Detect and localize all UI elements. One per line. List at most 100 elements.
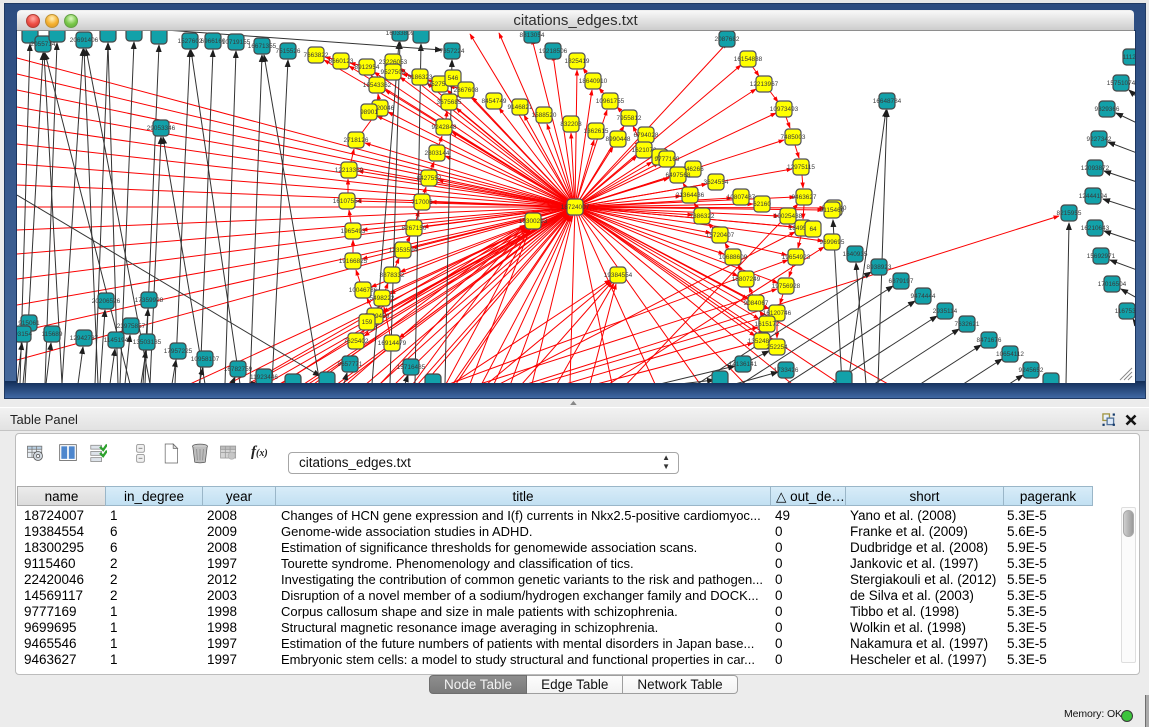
svg-text:717006: 717006 bbox=[411, 199, 433, 206]
svg-text:16671355: 16671355 bbox=[248, 43, 277, 50]
svg-text:9463627: 9463627 bbox=[792, 194, 817, 201]
svg-text:3624554: 3624554 bbox=[704, 179, 729, 186]
svg-text:1145194: 1145194 bbox=[104, 337, 129, 344]
svg-text:16782759: 16782759 bbox=[224, 366, 253, 373]
svg-text:9115460: 9115460 bbox=[820, 207, 845, 214]
svg-text:16154838: 16154838 bbox=[734, 56, 763, 63]
svg-text:6879197: 6879197 bbox=[889, 278, 914, 285]
svg-text:10973493: 10973493 bbox=[770, 106, 799, 113]
svg-text:13503135: 13503135 bbox=[133, 339, 162, 346]
svg-text:832203: 832203 bbox=[560, 121, 582, 128]
svg-text:8660123: 8660123 bbox=[329, 58, 354, 65]
svg-text:12093872: 12093872 bbox=[1081, 165, 1110, 172]
svg-text:12213967: 12213967 bbox=[750, 81, 779, 88]
svg-text:8990448: 8990448 bbox=[606, 136, 631, 143]
svg-text:9242848: 9242848 bbox=[432, 124, 457, 131]
svg-text:1527602: 1527602 bbox=[178, 38, 203, 45]
svg-text:252254: 252254 bbox=[766, 344, 788, 351]
svg-text:19218506: 19218506 bbox=[539, 48, 568, 55]
svg-text:93154: 93154 bbox=[17, 331, 32, 338]
svg-text:8267150: 8267150 bbox=[402, 225, 427, 232]
svg-text:16210643: 16210643 bbox=[1081, 225, 1110, 232]
svg-text:10025438: 10025438 bbox=[774, 213, 803, 220]
svg-text:7357224: 7357224 bbox=[440, 48, 465, 55]
svg-text:9084067: 9084067 bbox=[744, 300, 769, 307]
svg-text:98901: 98901 bbox=[360, 109, 378, 116]
svg-text:16543362: 16543362 bbox=[363, 82, 392, 89]
svg-text:7625402: 7625402 bbox=[344, 338, 369, 345]
svg-text:9474444: 9474444 bbox=[911, 293, 936, 300]
svg-text:20206526: 20206526 bbox=[92, 298, 121, 305]
svg-text:17359928: 17359928 bbox=[135, 297, 164, 304]
svg-text:10046786: 10046786 bbox=[349, 287, 378, 294]
svg-text:1825419: 1825419 bbox=[565, 58, 590, 65]
svg-text:1362615: 1362615 bbox=[584, 128, 609, 135]
svg-text:3675685: 3675685 bbox=[437, 99, 462, 106]
svg-text:12213369: 12213369 bbox=[335, 167, 364, 174]
svg-text:9657771: 9657771 bbox=[338, 361, 363, 368]
svg-text:12975115: 12975115 bbox=[787, 164, 815, 171]
svg-text:12353594: 12353594 bbox=[389, 247, 418, 254]
svg-text:9527509: 9527509 bbox=[381, 69, 406, 76]
svg-text:15716485: 15716485 bbox=[397, 364, 426, 371]
svg-text:8912954: 8912954 bbox=[355, 64, 380, 71]
svg-text:9146821: 9146821 bbox=[508, 104, 533, 111]
svg-text:8878332: 8878332 bbox=[380, 272, 405, 279]
svg-text:159: 159 bbox=[362, 319, 373, 326]
svg-text:11923446: 11923446 bbox=[250, 374, 278, 381]
svg-text:7386322: 7386322 bbox=[690, 213, 715, 220]
svg-text:2935114: 2935114 bbox=[933, 308, 958, 315]
svg-text:10807487: 10807487 bbox=[727, 194, 756, 201]
svg-text:9329366: 9329366 bbox=[1095, 106, 1120, 113]
svg-text:8454749: 8454749 bbox=[482, 98, 507, 105]
svg-text:2087682: 2087682 bbox=[715, 36, 740, 43]
svg-text:10719155: 10719155 bbox=[222, 39, 251, 46]
svg-text:10688609: 10688609 bbox=[719, 254, 748, 261]
svg-text:6794028: 6794028 bbox=[634, 132, 659, 139]
svg-text:8427552: 8427552 bbox=[417, 175, 442, 182]
svg-text:62160: 62160 bbox=[753, 201, 771, 208]
svg-text:19300293: 19300293 bbox=[519, 218, 548, 225]
svg-text:2867608: 2867608 bbox=[454, 87, 479, 94]
svg-text:17957225: 17957225 bbox=[164, 348, 193, 355]
svg-text:8813054: 8813054 bbox=[520, 32, 545, 39]
svg-text:29053346: 29053346 bbox=[147, 125, 176, 132]
svg-text:1965493: 1965493 bbox=[341, 228, 366, 235]
svg-text:1588520: 1588520 bbox=[532, 112, 557, 119]
svg-text:16648784: 16648784 bbox=[873, 98, 902, 105]
svg-text:1615172: 1615172 bbox=[755, 321, 780, 328]
svg-text:2718126: 2718126 bbox=[344, 137, 369, 144]
svg-text:12444194: 12444194 bbox=[1079, 193, 1108, 200]
svg-text:16107554: 16107554 bbox=[333, 198, 362, 205]
svg-text:10961755: 10961755 bbox=[596, 98, 625, 105]
svg-text:7955812: 7955812 bbox=[617, 115, 642, 122]
svg-text:15720407: 15720407 bbox=[706, 232, 735, 239]
svg-text:18640910: 18640910 bbox=[579, 78, 608, 85]
svg-text:8215955: 8215955 bbox=[1057, 210, 1082, 217]
svg-text:8471676: 8471676 bbox=[977, 337, 1002, 344]
svg-text:14136141: 14136141 bbox=[729, 361, 758, 368]
svg-text:1733426: 1733426 bbox=[774, 367, 799, 374]
svg-text:9227342: 9227342 bbox=[1087, 136, 1112, 143]
svg-text:11125: 11125 bbox=[1123, 54, 1135, 61]
svg-text:19166825: 19166825 bbox=[339, 258, 368, 265]
svg-text:1167533: 1167533 bbox=[1115, 308, 1135, 315]
svg-text:18724007: 18724007 bbox=[561, 204, 590, 211]
svg-text:20691406: 20691406 bbox=[70, 37, 99, 44]
svg-text:546: 546 bbox=[448, 75, 459, 82]
svg-text:19654923: 19654923 bbox=[782, 254, 811, 261]
svg-text:7485003: 7485003 bbox=[781, 134, 806, 141]
svg-text:12942737: 12942737 bbox=[70, 335, 99, 342]
svg-text:19384554: 19384554 bbox=[604, 272, 633, 279]
svg-text:15751074: 15751074 bbox=[1107, 80, 1135, 87]
svg-text:16914479: 16914479 bbox=[378, 340, 407, 347]
svg-text:10958107: 10958107 bbox=[191, 356, 220, 363]
svg-text:21364436: 21364436 bbox=[676, 192, 705, 199]
svg-text:9777169: 9777169 bbox=[655, 156, 680, 163]
svg-text:17016504: 17016504 bbox=[1098, 281, 1127, 288]
svg-text:6497568: 6497568 bbox=[666, 172, 691, 179]
svg-text:7632621: 7632621 bbox=[955, 321, 980, 328]
svg-text:64: 64 bbox=[809, 226, 817, 233]
svg-text:8938923: 8938923 bbox=[867, 264, 892, 271]
svg-text:7663822: 7663822 bbox=[304, 52, 329, 59]
